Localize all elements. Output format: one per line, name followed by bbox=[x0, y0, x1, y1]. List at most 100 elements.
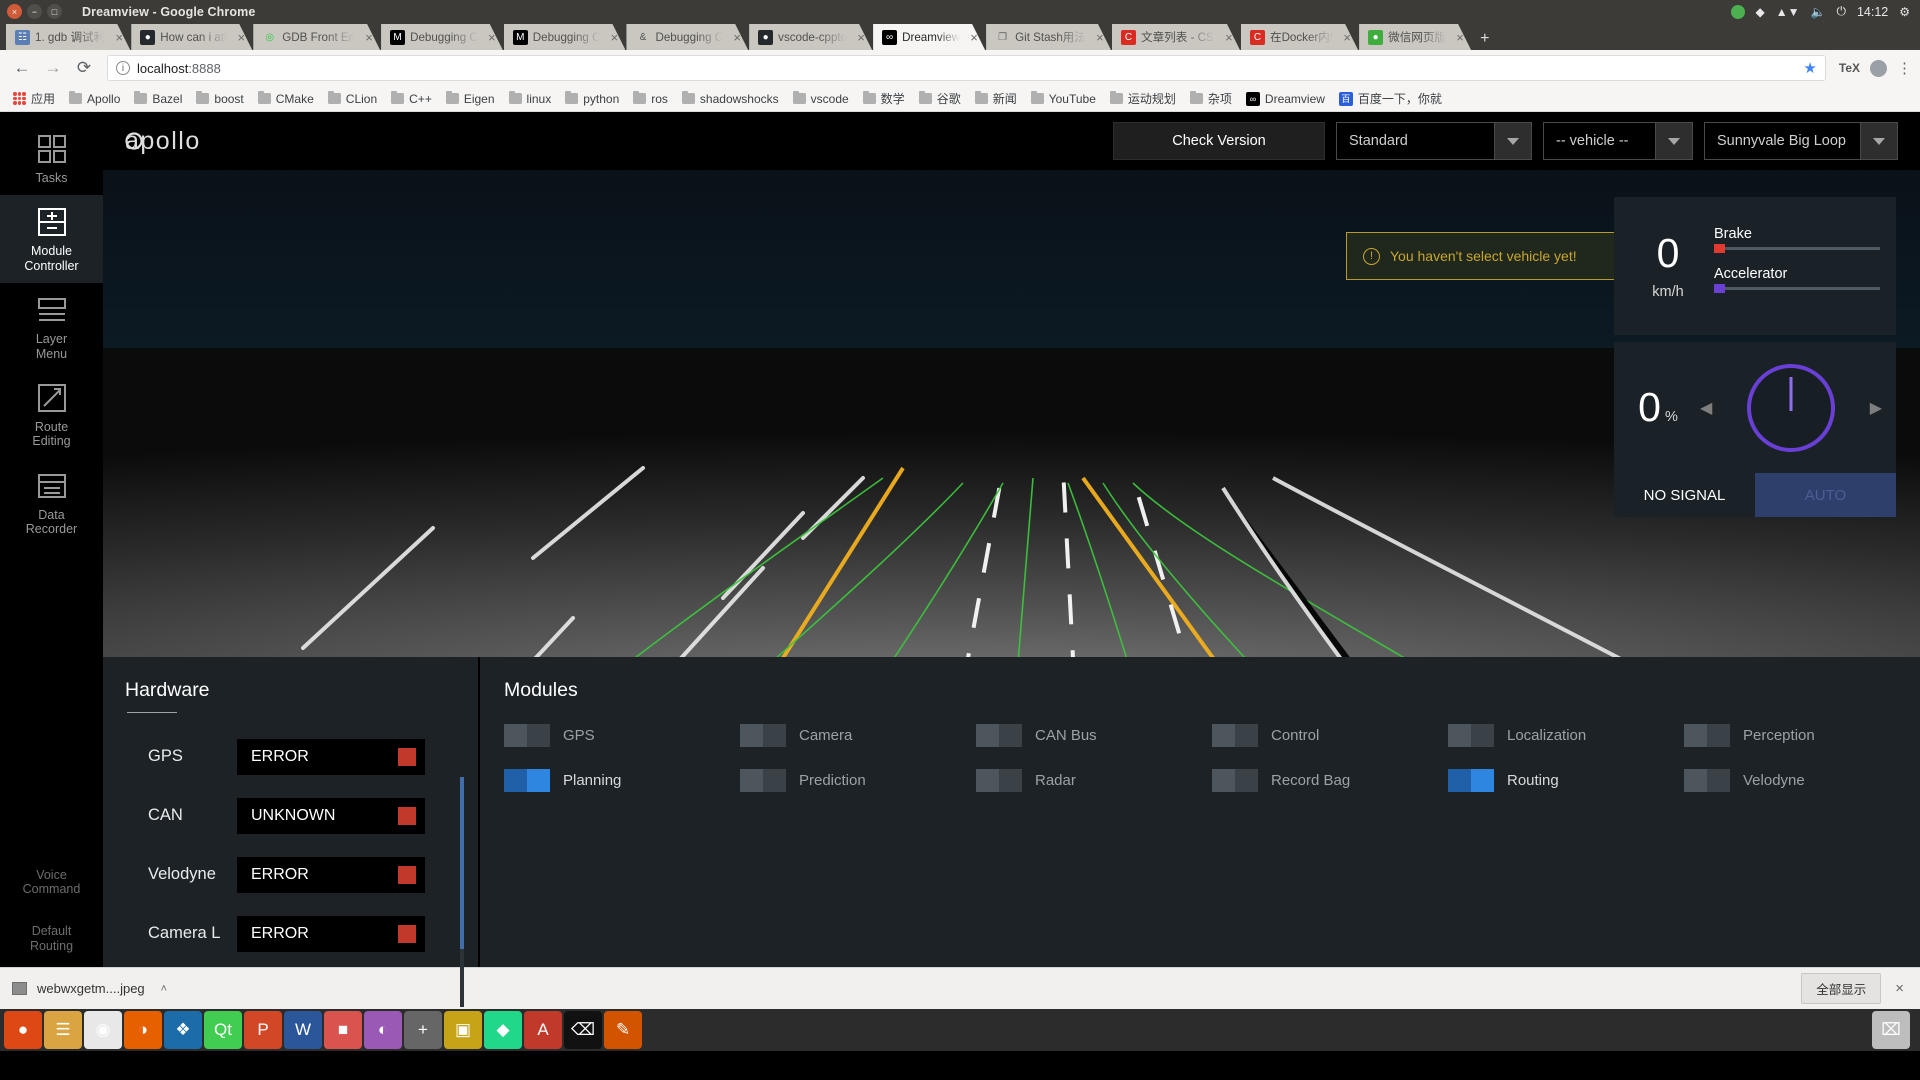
browser-tab[interactable]: ● vscode-cppto × bbox=[749, 24, 872, 50]
bookmark-item[interactable]: C++ bbox=[385, 90, 438, 108]
module-toggle[interactable] bbox=[1212, 769, 1258, 792]
window-minimize-button[interactable]: − bbox=[27, 4, 42, 19]
auto-mode-button[interactable]: AUTO bbox=[1755, 473, 1896, 517]
qt-icon[interactable]: Qt bbox=[204, 1011, 242, 1049]
vehicle-select[interactable]: -- vehicle -- bbox=[1543, 122, 1693, 160]
browser-tab[interactable]: & Debugging C × bbox=[626, 24, 748, 50]
module-toggle[interactable] bbox=[1212, 724, 1258, 747]
clock-label[interactable]: 14:12 bbox=[1857, 5, 1888, 19]
browser-tab[interactable]: C 文章列表 - CSI × bbox=[1112, 24, 1240, 50]
clion-icon[interactable]: ◆ bbox=[484, 1011, 522, 1049]
download-item[interactable]: webwxgetm....jpeg ˄ bbox=[12, 981, 167, 996]
bookmark-item[interactable]: CMake bbox=[252, 90, 320, 108]
volume-icon[interactable]: 🔈 bbox=[1811, 5, 1826, 19]
settings-icon[interactable]: ⚙ bbox=[1899, 5, 1910, 19]
tab-close-button[interactable]: × bbox=[607, 30, 621, 45]
bookmark-item[interactable]: python bbox=[559, 90, 625, 108]
module-item[interactable]: Camera bbox=[740, 724, 976, 747]
bookmark-star-icon[interactable]: ★ bbox=[1803, 59, 1816, 77]
dropbox-icon[interactable]: ◆ bbox=[1756, 5, 1765, 19]
bookmark-item[interactable]: 数学 bbox=[857, 88, 911, 109]
tab-close-button[interactable]: × bbox=[1453, 30, 1467, 45]
module-item[interactable]: Routing bbox=[1448, 769, 1684, 792]
tab-close-button[interactable]: × bbox=[1093, 30, 1107, 45]
bookmark-item[interactable]: ∞ Dreamview bbox=[1240, 90, 1331, 108]
tab-close-button[interactable]: × bbox=[485, 30, 499, 45]
chrome-icon[interactable]: ◉ bbox=[84, 1011, 122, 1049]
module-toggle[interactable] bbox=[1448, 724, 1494, 747]
module-toggle[interactable] bbox=[976, 769, 1022, 792]
bookmark-item[interactable]: 杂项 bbox=[1184, 88, 1238, 109]
window-close-button[interactable]: × bbox=[7, 4, 22, 19]
chrome-menu-button[interactable]: ⋮ bbox=[1897, 59, 1912, 77]
tab-close-button[interactable]: × bbox=[1340, 30, 1354, 45]
bookmark-item[interactable]: YouTube bbox=[1025, 90, 1102, 108]
terminal-icon[interactable]: ⌫ bbox=[564, 1011, 602, 1049]
site-info-icon[interactable]: i bbox=[116, 61, 130, 75]
module-item[interactable]: Localization bbox=[1448, 724, 1684, 747]
browser-tab[interactable]: ☷ 1. gdb 调试利 × bbox=[6, 24, 130, 50]
archive-icon[interactable]: A bbox=[524, 1011, 562, 1049]
mode-select[interactable]: Standard bbox=[1336, 122, 1532, 160]
module-toggle[interactable] bbox=[1684, 724, 1730, 747]
tab-close-button[interactable]: × bbox=[112, 30, 126, 45]
chevron-down-icon[interactable] bbox=[1655, 123, 1692, 159]
browser-tab[interactable]: ● How can i att × bbox=[131, 24, 252, 50]
check-version-button[interactable]: Check Version bbox=[1113, 122, 1325, 160]
module-toggle[interactable] bbox=[504, 769, 550, 792]
module-toggle[interactable] bbox=[1684, 769, 1730, 792]
tab-close-button[interactable]: × bbox=[854, 30, 868, 45]
address-bar[interactable]: i localhost:8888 ★ bbox=[107, 55, 1826, 81]
ppt-icon[interactable]: P bbox=[244, 1011, 282, 1049]
bookmark-item[interactable]: boost bbox=[190, 90, 249, 108]
xmind-icon[interactable]: ❖ bbox=[164, 1011, 202, 1049]
bookmark-item[interactable]: shadowshocks bbox=[676, 90, 785, 108]
vbox-icon[interactable]: ▣ bbox=[444, 1011, 482, 1049]
firefox-icon[interactable]: ◑ bbox=[124, 1011, 162, 1049]
tab-close-button[interactable]: × bbox=[234, 30, 248, 45]
tab-close-button[interactable]: × bbox=[967, 30, 981, 45]
hardware-scrollbar-thumb[interactable] bbox=[460, 777, 464, 949]
bookmark-item[interactable]: ros bbox=[627, 90, 674, 108]
color-icon[interactable]: ◐ bbox=[364, 1011, 402, 1049]
files-icon[interactable]: ☰ bbox=[44, 1011, 82, 1049]
sidebar-item-default-routing[interactable]: Default Routing bbox=[0, 910, 103, 967]
chevron-up-icon[interactable]: ˄ bbox=[161, 983, 167, 995]
module-toggle[interactable] bbox=[740, 724, 786, 747]
window-maximize-button[interactable]: □ bbox=[47, 4, 62, 19]
module-toggle[interactable] bbox=[976, 724, 1022, 747]
new-tab-button[interactable]: + bbox=[1472, 30, 1497, 50]
close-download-bar-button[interactable]: × bbox=[1895, 980, 1908, 997]
module-item[interactable]: Record Bag bbox=[1212, 769, 1448, 792]
bookmark-item[interactable]: 应用 bbox=[7, 88, 61, 109]
bookmark-item[interactable]: 运动规划 bbox=[1104, 88, 1182, 109]
bookmark-item[interactable]: 百百度一下，你就 bbox=[1333, 88, 1448, 109]
ubuntu-dash-icon[interactable]: ● bbox=[4, 1011, 42, 1049]
module-toggle[interactable] bbox=[740, 769, 786, 792]
plus-icon[interactable]: + bbox=[404, 1011, 442, 1049]
module-item[interactable]: Control bbox=[1212, 724, 1448, 747]
map-select[interactable]: Sunnyvale Big Loop bbox=[1704, 122, 1898, 160]
scene-view[interactable]: ! You haven't select vehicle yet! 0 km/h… bbox=[103, 170, 1920, 657]
bookmark-item[interactable]: 新闻 bbox=[969, 88, 1023, 109]
module-item[interactable]: Prediction bbox=[740, 769, 976, 792]
module-toggle[interactable] bbox=[1448, 769, 1494, 792]
module-toggle[interactable] bbox=[504, 724, 550, 747]
bookmark-item[interactable]: Apollo bbox=[63, 90, 126, 108]
word-icon[interactable]: W bbox=[284, 1011, 322, 1049]
bookmark-item[interactable]: CLion bbox=[322, 90, 383, 108]
forward-button[interactable]: → bbox=[39, 54, 67, 82]
sidebar-item-data-recorder[interactable]: Data Recorder bbox=[0, 459, 103, 547]
sidebar-item-module-controller[interactable]: Module Controller bbox=[0, 195, 103, 284]
show-all-downloads-button[interactable]: 全部显示 bbox=[1801, 973, 1882, 1004]
module-item[interactable]: Perception bbox=[1684, 724, 1920, 747]
module-item[interactable]: CAN Bus bbox=[976, 724, 1212, 747]
browser-tab[interactable]: M Debugging C × bbox=[381, 24, 503, 50]
tab-close-button[interactable]: × bbox=[730, 30, 744, 45]
sidebar-item-layer-menu[interactable]: Layer Menu bbox=[0, 283, 103, 371]
sidebar-item-tasks[interactable]: Tasks bbox=[0, 122, 103, 195]
module-item[interactable]: Planning bbox=[504, 769, 740, 792]
pdf-icon[interactable]: ■ bbox=[324, 1011, 362, 1049]
browser-tab[interactable]: C 在Docker内f × bbox=[1241, 24, 1358, 50]
module-item[interactable]: Radar bbox=[976, 769, 1212, 792]
